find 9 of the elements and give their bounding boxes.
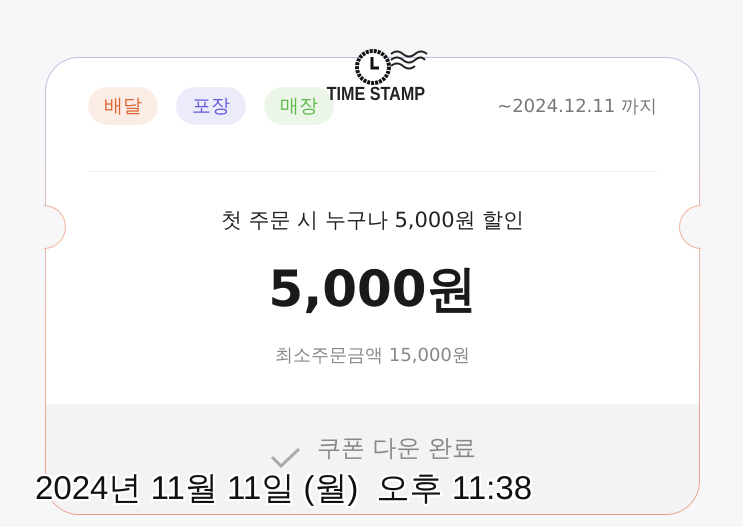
stamp-logo-text: TIME STAMP — [326, 84, 426, 106]
order-type-tag: 배달 — [88, 86, 158, 124]
minimum-order: 최소주문금액 15,000원 — [274, 344, 471, 367]
timestamp-overlay: 2024년 11월 11일 (월) 오후 11:38 — [35, 468, 532, 508]
download-status-label: 쿠폰 다운 완료 — [316, 436, 476, 460]
discount-amount: 5,000원 — [267, 259, 478, 320]
order-type-tag: 포장 — [176, 86, 246, 124]
valid-until: ~2024.12.11 까지 — [497, 94, 657, 118]
coupon-title: 첫 주문 시 누구나 5,000원 할인 — [220, 207, 524, 234]
